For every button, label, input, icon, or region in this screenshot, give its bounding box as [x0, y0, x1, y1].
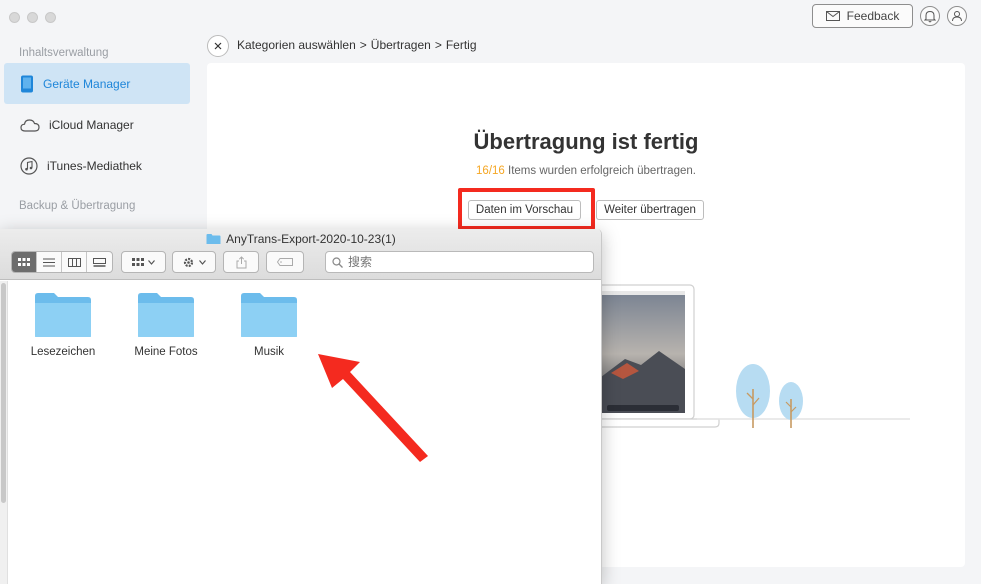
share-icon [236, 255, 246, 268]
scrollbar-thumb[interactable] [1, 283, 6, 503]
finder-toolbar: AnyTrans-Export-2020-10-23(1) [0, 229, 601, 280]
sidebar-item-icloud-manager[interactable]: iCloud Manager [4, 104, 190, 145]
sidebar-item-device-manager[interactable]: Geräte Manager [4, 63, 190, 104]
laptop-illustration [586, 284, 910, 428]
minimize-window-button[interactable] [27, 12, 38, 23]
folder-icon [138, 293, 194, 337]
continue-transfer-button[interactable]: Weiter übertragen [596, 200, 704, 220]
sidebar-item-label: Geräte Manager [43, 76, 131, 91]
folder-label: Musik [253, 346, 285, 358]
finder-scrollbar[interactable] [0, 281, 8, 584]
arrange-dropdown[interactable] [121, 251, 166, 273]
folder-item-lesezeichen[interactable]: Lesezeichen [18, 292, 108, 358]
bell-icon [924, 10, 936, 22]
sidebar-item-itunes-library[interactable]: iTunes-Mediathek [4, 145, 190, 186]
breadcrumb-separator: > [434, 38, 442, 52]
sidebar-item-label: iTunes-Mediathek [47, 158, 142, 173]
cloud-icon [20, 118, 40, 132]
grid-icon [132, 258, 144, 266]
transfer-message: Items wurden erfolgreich übertragen. [508, 165, 696, 177]
feedback-button[interactable]: Feedback [812, 4, 913, 28]
tag-icon [277, 258, 293, 266]
sidebar-item-label: iCloud Manager [49, 117, 134, 132]
finder-title-bar: AnyTrans-Export-2020-10-23(1) [0, 232, 602, 246]
tag-button[interactable] [266, 251, 304, 273]
gear-icon [183, 257, 194, 267]
grid-icon [18, 258, 30, 266]
zoom-window-button[interactable] [45, 12, 56, 23]
page-title: Übertragung ist fertig [473, 129, 699, 154]
highlight-annotation [458, 188, 595, 230]
chevron-down-icon [199, 259, 206, 265]
icon-view-button[interactable] [12, 252, 37, 272]
close-icon [214, 42, 222, 50]
sidebar-section-content: Inhaltsverwaltung [19, 47, 109, 59]
folder-item-meine-fotos[interactable]: Meine Fotos [121, 292, 211, 358]
device-icon [21, 75, 33, 92]
transfer-summary: 16/16 Items wurden erfolgreich übertrage… [207, 165, 965, 177]
window-controls [9, 12, 56, 23]
search-field[interactable] [325, 251, 594, 273]
close-window-button[interactable] [9, 12, 20, 23]
action-dropdown[interactable] [172, 251, 216, 273]
view-mode-segmented-control [11, 251, 113, 273]
close-transfer-button[interactable] [207, 35, 229, 57]
breadcrumb-step-categories: Kategorien auswählen [237, 38, 356, 52]
music-note-icon [20, 156, 38, 175]
mail-icon [825, 11, 840, 21]
share-button[interactable] [223, 251, 259, 273]
folder-label: Meine Fotos [134, 346, 198, 358]
annotation-arrow [318, 354, 428, 462]
columns-icon [67, 257, 81, 267]
folder-label: Lesezeichen [30, 346, 96, 358]
breadcrumb-step-done: Fertig [445, 38, 477, 52]
search-icon [332, 256, 343, 268]
list-icon [43, 258, 55, 266]
folder-icon [241, 293, 297, 337]
folder-item-musik[interactable]: Musik [224, 292, 314, 358]
account-button[interactable] [947, 6, 967, 26]
breadcrumb: Kategorien auswählen > Übertragen > Fert… [237, 38, 477, 52]
user-icon [952, 11, 962, 22]
breadcrumb-step-transfer: Übertragen [370, 38, 431, 52]
finder-title: AnyTrans-Export-2020-10-23(1) [226, 232, 396, 246]
column-view-button[interactable] [62, 252, 87, 272]
folder-icon [206, 234, 221, 244]
finder-window: AnyTrans-Export-2020-10-23(1) 搜索 Lesezei… [0, 229, 602, 584]
breadcrumb-separator: > [359, 38, 367, 52]
chevron-down-icon [148, 259, 155, 265]
search-input[interactable] [348, 255, 568, 269]
sidebar-section-backup: Backup & Übertragung [19, 200, 136, 212]
feedback-label: Feedback [846, 9, 900, 23]
gallery-icon [93, 257, 106, 267]
notification-button[interactable] [920, 6, 940, 26]
list-view-button[interactable] [37, 252, 62, 272]
gallery-view-button[interactable] [87, 252, 112, 272]
transfer-count: 16/16 [476, 165, 505, 177]
folder-icon [35, 293, 91, 337]
